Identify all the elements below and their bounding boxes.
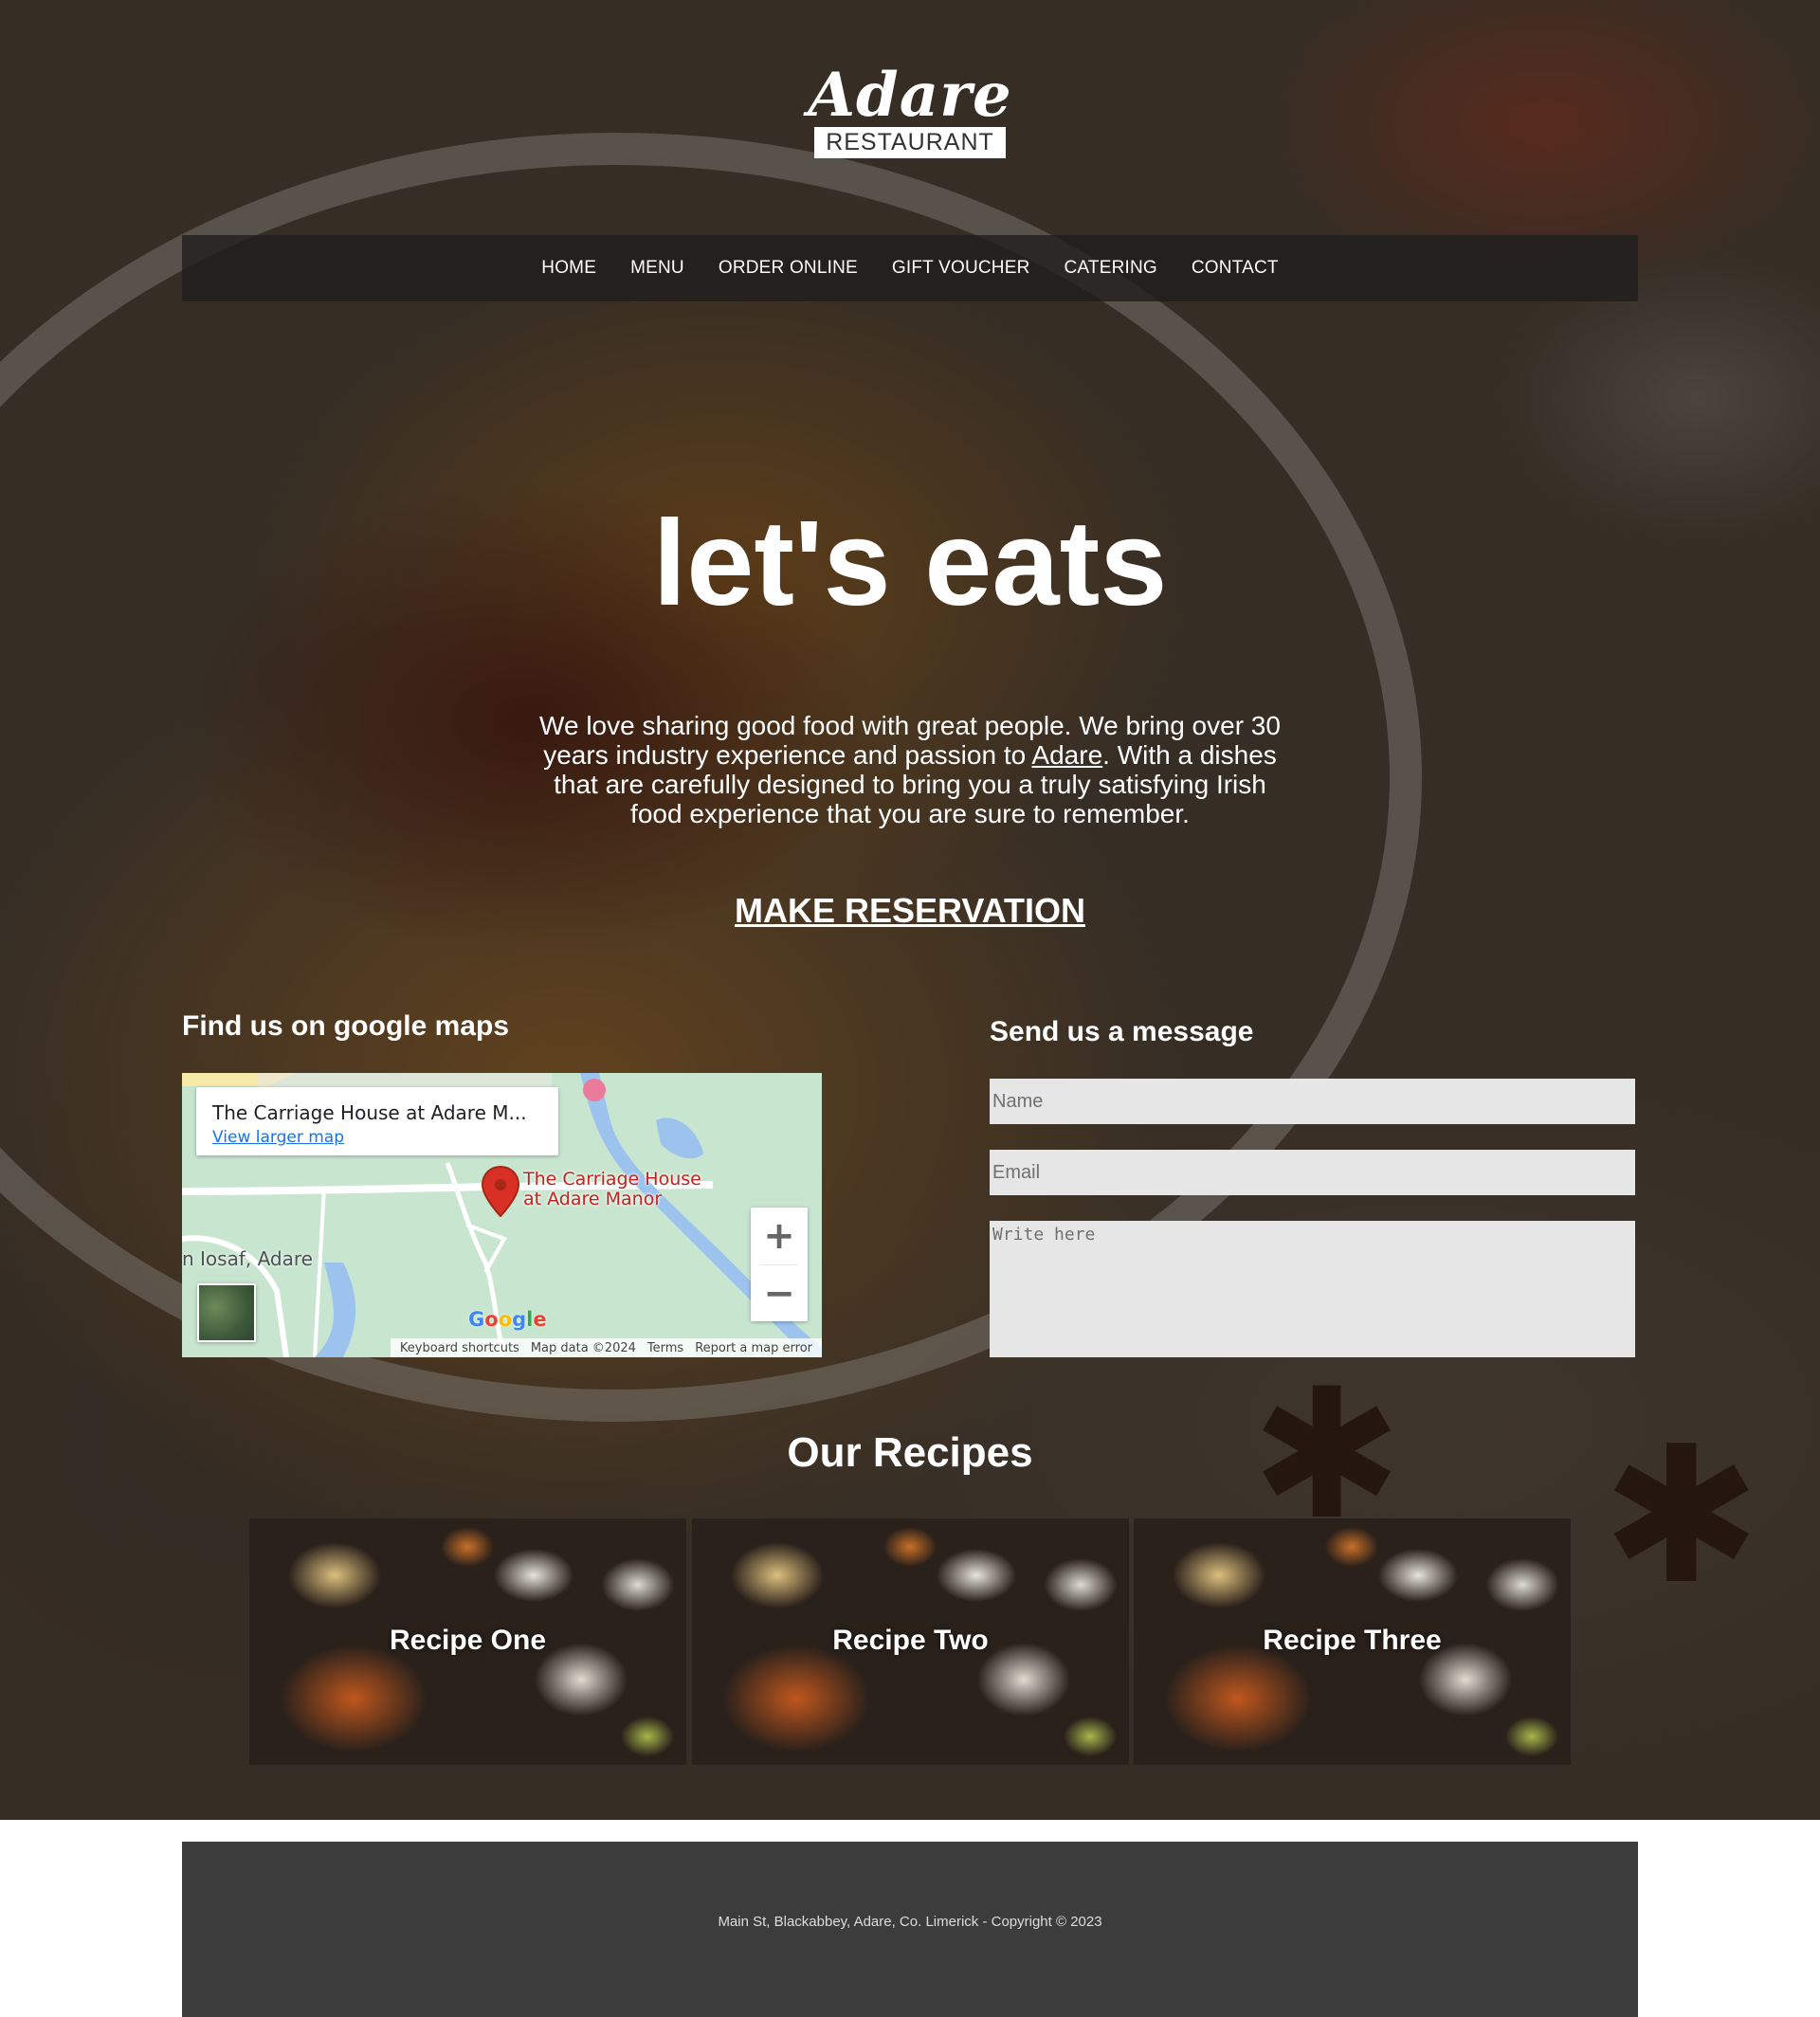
map-area-label: n Iosaf, Adare: [182, 1247, 313, 1270]
map-pin-label: The Carriage House at Adare Manor: [523, 1170, 701, 1209]
nav-order-online[interactable]: ORDER ONLINE: [719, 258, 858, 279]
map-place-name: The Carriage House at Adare M...: [212, 1101, 527, 1124]
recipe-card-one[interactable]: Recipe One: [249, 1518, 686, 1765]
brand-logo[interactable]: Adare RESTAURANT: [801, 63, 1019, 158]
google-map-embed[interactable]: The Carriage House at Adare M... View la…: [182, 1073, 822, 1357]
nav-menu[interactable]: MENU: [630, 258, 684, 279]
map-pin-label-line: The Carriage House: [523, 1169, 701, 1190]
satellite-toggle-button[interactable]: [197, 1283, 256, 1342]
main-nav: HOME MENU ORDER ONLINE GIFT VOUCHER CATE…: [182, 235, 1638, 301]
nav-catering[interactable]: CATERING: [1065, 258, 1157, 279]
map-pin-icon[interactable]: [482, 1166, 519, 1217]
nav-gift-voucher[interactable]: GIFT VOUCHER: [892, 258, 1030, 279]
map-attribution-bar: Keyboard shortcuts Map data ©2024 Terms …: [390, 1338, 822, 1357]
nav-home[interactable]: HOME: [541, 258, 596, 279]
nav-contact[interactable]: CONTACT: [1192, 258, 1279, 279]
map-pin-label-line: at Adare Manor: [523, 1189, 663, 1209]
hero-headline: let's eats: [652, 496, 1168, 631]
message-form-title: Send us a message: [990, 1016, 1254, 1047]
zoom-in-button[interactable]: +: [751, 1208, 808, 1264]
hero-intro: We love sharing good food with great peo…: [526, 711, 1294, 828]
footer-address-copyright: Main St, Blackabbey, Adare, Co. Limerick…: [718, 1914, 1102, 1930]
terms-link[interactable]: Terms: [647, 1341, 683, 1355]
zoom-out-button[interactable]: −: [751, 1265, 808, 1322]
google-logo: Google: [468, 1308, 547, 1331]
name-input[interactable]: [990, 1079, 1635, 1124]
message-textarea[interactable]: [990, 1221, 1635, 1357]
reservation-cta: MAKE RESERVATION: [0, 891, 1820, 931]
page-footer: Main St, Blackabbey, Adare, Co. Limerick…: [182, 1842, 1638, 2017]
map-zoom-controls: + −: [751, 1208, 808, 1321]
recipe-card-label: Recipe One: [389, 1625, 547, 1656]
brand-subtitle: RESTAURANT: [814, 127, 1006, 158]
map-section-title: Find us on google maps: [182, 1010, 509, 1042]
recipe-card-two[interactable]: Recipe Two: [692, 1518, 1129, 1765]
keyboard-shortcuts-link[interactable]: Keyboard shortcuts: [400, 1341, 519, 1355]
make-reservation-link[interactable]: MAKE RESERVATION: [735, 891, 1085, 930]
report-map-error-link[interactable]: Report a map error: [695, 1341, 812, 1355]
recipe-card-three[interactable]: Recipe Three: [1134, 1518, 1571, 1765]
adare-link[interactable]: Adare: [1031, 740, 1102, 770]
view-larger-map-link[interactable]: View larger map: [212, 1128, 344, 1147]
map-place-card: The Carriage House at Adare M... View la…: [196, 1087, 558, 1155]
recipe-card-label: Recipe Three: [1263, 1625, 1442, 1656]
brand-name: Adare: [808, 60, 1012, 131]
recipe-card-label: Recipe Two: [832, 1625, 989, 1656]
email-input[interactable]: [990, 1150, 1635, 1195]
recipes-section-title: Our Recipes: [787, 1429, 1033, 1476]
map-data-label: Map data ©2024: [530, 1340, 636, 1355]
